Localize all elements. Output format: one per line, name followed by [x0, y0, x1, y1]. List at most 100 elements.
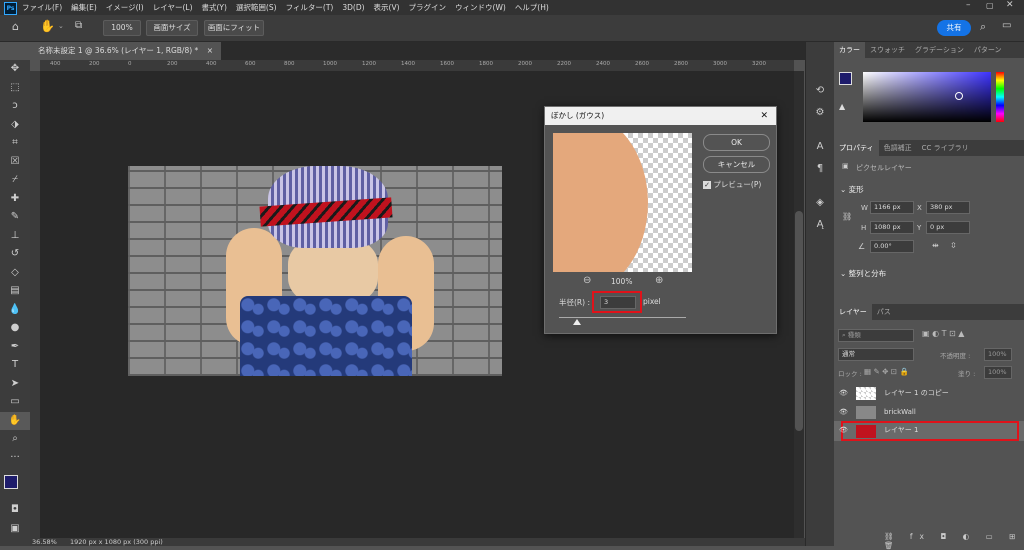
preview-checkbox-row[interactable]: ✓ プレビュー(P)	[703, 179, 773, 191]
maximize-icon[interactable]: ▢	[986, 1, 994, 10]
fill-field[interactable]: 100%	[984, 366, 1012, 379]
glyphs-panel-icon[interactable]: Ą	[806, 214, 834, 236]
width-field[interactable]: 1166 px	[870, 201, 914, 214]
tab-properties[interactable]: プロパティ	[834, 140, 879, 156]
opacity-field[interactable]: 100%	[984, 348, 1012, 361]
zoom-in-icon[interactable]: ⊕	[655, 275, 663, 286]
minimize-icon[interactable]: –	[966, 0, 971, 10]
history-panel-icon[interactable]: ⟲	[806, 80, 834, 102]
angle-field[interactable]: 0.00°	[870, 240, 914, 253]
paragraph-panel-icon[interactable]: ¶	[806, 158, 834, 180]
brush-tool-icon[interactable]: ✎	[0, 208, 30, 227]
dodge-tool-icon[interactable]: ●	[0, 319, 30, 338]
home-icon[interactable]: ⌂	[12, 20, 19, 33]
radius-slider-track[interactable]	[559, 317, 686, 318]
ok-button[interactable]: OK	[703, 134, 770, 151]
gradient-tool-icon[interactable]: ▤	[0, 282, 30, 301]
layer-filter-kind[interactable]: ⌕ 種類	[838, 329, 914, 342]
hand-tool-icon[interactable]: ✋	[40, 19, 55, 33]
close-window-icon[interactable]: ✕	[1006, 0, 1014, 10]
pen-tool-icon[interactable]: ✒	[0, 338, 30, 357]
rectangle-tool-icon[interactable]: ▭	[0, 393, 30, 412]
menu-layer[interactable]: レイヤー(L)	[153, 0, 193, 15]
stamp-tool-icon[interactable]: ⊥	[0, 227, 30, 246]
menu-edit[interactable]: 編集(E)	[71, 0, 97, 15]
close-tab-icon[interactable]: ×	[207, 46, 213, 55]
fit-screen-button[interactable]: 画面サイズ	[146, 20, 198, 36]
preview-checkbox[interactable]: ✓	[703, 181, 711, 189]
transform-section[interactable]: ⌄ 変形	[840, 184, 864, 195]
menu-3d[interactable]: 3D(D)	[342, 0, 364, 15]
link-icon[interactable]: ⛓	[842, 212, 852, 221]
tab-layers[interactable]: レイヤー	[834, 304, 872, 320]
menu-file[interactable]: ファイル(F)	[22, 0, 62, 15]
object-select-tool-icon[interactable]: ⬗	[0, 116, 30, 135]
tab-adjustments[interactable]: 色調補正	[879, 140, 917, 156]
move-tool-icon[interactable]: ✥	[0, 60, 30, 79]
color-field[interactable]	[863, 72, 991, 122]
lock-icons[interactable]: ▦ ✎ ✥ ⊡ 🔒	[864, 367, 909, 376]
menu-filter[interactable]: フィルター(T)	[286, 0, 334, 15]
flip-horizontal-icon[interactable]: ⇹	[932, 241, 939, 250]
document-image[interactable]	[128, 166, 502, 376]
fill-screen-button[interactable]: 画面にフィット	[204, 20, 264, 36]
visibility-eye-icon[interactable]: 👁	[839, 422, 848, 439]
hue-slider[interactable]	[996, 72, 1004, 122]
visibility-eye-icon[interactable]: 👁	[839, 404, 848, 421]
adjustments-panel-icon[interactable]: ⚙	[806, 102, 834, 124]
radius-input[interactable]: 3	[600, 296, 636, 309]
share-button[interactable]: 共有	[937, 20, 971, 36]
menu-type[interactable]: 書式(Y)	[202, 0, 227, 15]
libraries-panel-icon[interactable]: ◈	[806, 192, 834, 214]
menu-image[interactable]: イメージ(I)	[106, 0, 144, 15]
flip-vertical-icon[interactable]: ⇳	[950, 241, 957, 250]
tab-patterns[interactable]: パターン	[969, 42, 1007, 58]
layer-row-layer1[interactable]: 👁 レイヤー 1	[834, 421, 1024, 441]
quick-mask-icon[interactable]: ◘	[0, 501, 30, 520]
eraser-tool-icon[interactable]: ◇	[0, 264, 30, 283]
scrollbar-thumb[interactable]	[795, 211, 803, 431]
marquee-tool-icon[interactable]: ⬚	[0, 79, 30, 98]
layer-row-brickwall[interactable]: 👁 brickWall	[834, 404, 1024, 421]
tab-cc-libraries[interactable]: CC ライブラリ	[917, 140, 974, 156]
tab-paths[interactable]: パス	[872, 304, 896, 320]
scroll-all-windows-icon[interactable]: ⧉	[75, 20, 82, 31]
blur-tool-icon[interactable]: 💧	[0, 301, 30, 320]
y-field[interactable]: 0 px	[926, 221, 970, 234]
lasso-tool-icon[interactable]: ↄ	[0, 97, 30, 116]
height-field[interactable]: 1080 px	[870, 221, 914, 234]
chevron-down-icon[interactable]: ⌄	[58, 22, 64, 30]
menu-select[interactable]: 選択範囲(S)	[236, 0, 277, 15]
menu-plugins[interactable]: プラグイン	[409, 0, 447, 15]
document-tab[interactable]: 名称未設定 1 @ 36.6% (レイヤー 1, RGB/8) * ×	[30, 42, 221, 60]
blend-mode-select[interactable]: 通常	[838, 348, 914, 361]
history-brush-tool-icon[interactable]: ↺	[0, 245, 30, 264]
dialog-close-icon[interactable]: ✕	[760, 107, 768, 125]
tab-gradients[interactable]: グラデーション	[910, 42, 969, 58]
zoom-tool-icon[interactable]: ⌕	[0, 430, 30, 449]
color-picker-marker[interactable]	[955, 92, 963, 100]
color-swatches[interactable]	[0, 467, 30, 501]
zoom-out-icon[interactable]: ⊖	[583, 275, 591, 286]
tab-swatches[interactable]: スウォッチ	[865, 42, 910, 58]
screen-mode-icon[interactable]: ▣	[0, 520, 30, 539]
foreground-color-swatch[interactable]	[4, 475, 18, 489]
tab-color[interactable]: カラー	[834, 42, 865, 58]
align-section[interactable]: ⌄ 整列と分布	[840, 268, 886, 279]
zoom-100-button[interactable]: 100%	[103, 20, 141, 36]
menu-view[interactable]: 表示(V)	[374, 0, 400, 15]
menu-help[interactable]: ヘルプ(H)	[515, 0, 549, 15]
workspace-icon[interactable]: ▭	[1002, 20, 1011, 31]
type-tool-icon[interactable]: T	[0, 356, 30, 375]
layers-footer-icons[interactable]: ⛓ fx ◘ ◐ ▭ ⊞ 🗑	[884, 532, 1024, 550]
frame-tool-icon[interactable]: ☒	[0, 153, 30, 172]
layer-row-copy[interactable]: 👁 レイヤー 1 のコピー	[834, 385, 1024, 402]
dialog-titlebar[interactable]: ぼかし (ガウス) ✕	[545, 107, 776, 125]
path-select-tool-icon[interactable]: ➤	[0, 375, 30, 394]
menu-window[interactable]: ウィンドウ(W)	[455, 0, 506, 15]
search-icon[interactable]: ⌕	[980, 20, 986, 34]
vertical-scrollbar[interactable]	[794, 71, 804, 538]
blur-preview-pane[interactable]	[553, 133, 692, 272]
crop-tool-icon[interactable]: ⌗	[0, 134, 30, 153]
visibility-eye-icon[interactable]: 👁	[839, 385, 848, 402]
